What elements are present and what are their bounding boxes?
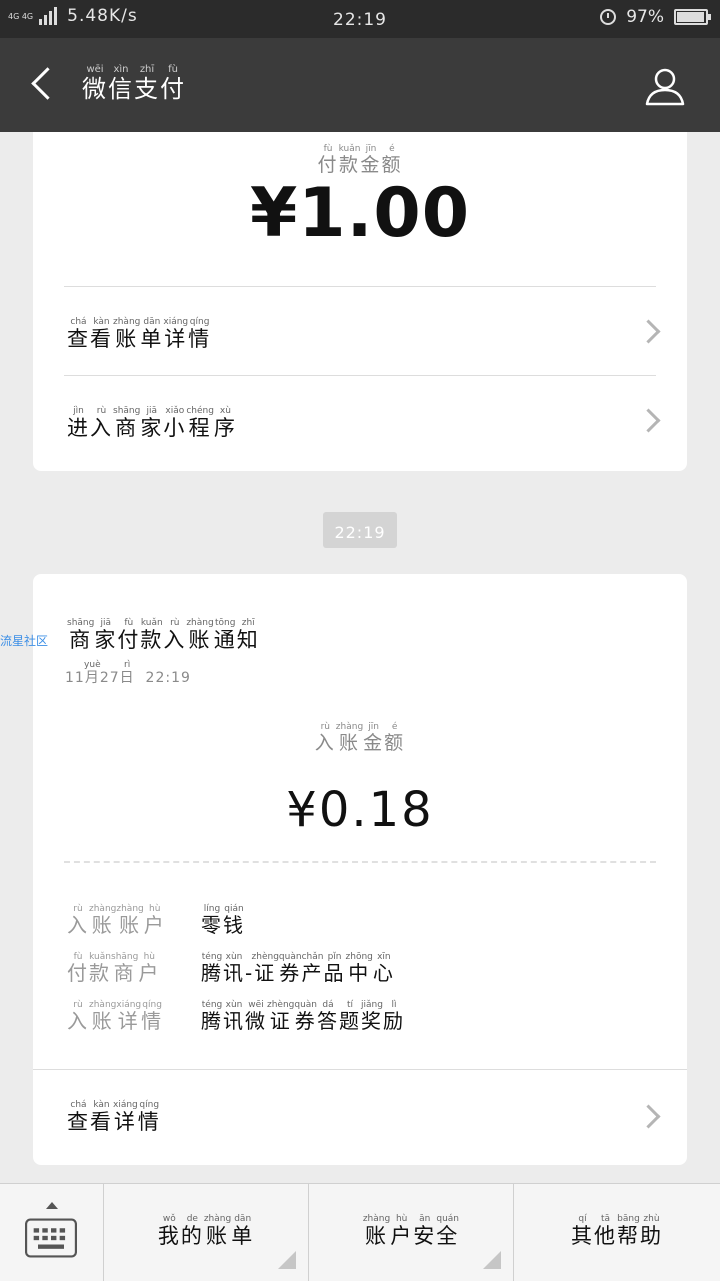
detail-value: 零líng钱qián (201, 904, 245, 937)
chevron-right-icon (636, 408, 661, 433)
back-button[interactable] (26, 64, 66, 104)
caret-up-icon (46, 1202, 58, 1209)
notice-date: 11月yuè27日rì 22:19 (65, 660, 191, 686)
detail-row: 付fù款kuǎn商shāng户hù 腾téng讯xùn-证zhèng券quàn产c… (67, 952, 395, 986)
payment-amount: ¥1.00 (249, 174, 471, 253)
notice-card[interactable]: 商shāng家jiā付fù款kuǎn入rù账zhàng通tōng知zhī 11月… (33, 574, 687, 1165)
status-right: 97% (600, 7, 711, 27)
payment-card: 付fù款kuǎn金jīn额é ¥1.00 查chá看kàn账zhàng单dān详… (33, 132, 687, 471)
detail-row: 入rù账zhàng详xiáng情qíng 腾téng讯xùn微wēi证zhèng券… (67, 1000, 405, 1034)
payment-amount-label: 付fù款kuǎn金jīn额é (317, 144, 403, 176)
detail-row: 入rù账zhàng账zhàng户hù 零líng钱qián (67, 904, 245, 938)
view-bill-details-label: 查chá看kàn账zhàng单dān详xiáng情qíng (67, 317, 212, 351)
keyboard-toggle-button[interactable] (0, 1184, 104, 1281)
chevron-right-icon (636, 319, 661, 344)
menu-label: 我wǒ的de账zhàng单dān (157, 1214, 255, 1248)
dashed-divider (64, 861, 656, 863)
nav-title: 微wēi信xìn支zhī付fù (82, 64, 186, 103)
detail-key: 付fù款kuǎn商shāng户hù (67, 952, 161, 985)
status-bar: 4G 4G 5.48K/s 22:19 97% (0, 0, 720, 38)
received-amount: ¥0.18 (286, 782, 434, 838)
bottom-menu-bar: 我wǒ的de账zhàng单dān 账zhàng户hù安ān全quán 其qí他t… (0, 1183, 720, 1281)
keyboard-icon (25, 1218, 77, 1258)
merchant-mini-program-row[interactable]: 进jìn入rù商shāng家jiā小xiǎo程chéng序xù (33, 376, 687, 464)
my-bills-menu[interactable]: 我wǒ的de账zhàng单dān (104, 1184, 309, 1281)
submenu-indicator-icon (278, 1251, 296, 1269)
received-amount-label: 入rù账zhàng金jīn额é (314, 722, 406, 754)
message-timestamp: 22:19 (323, 512, 397, 548)
battery-percent: 97% (626, 7, 664, 27)
nav-bar: 微wēi信xìn支zhī付fù (0, 38, 720, 132)
view-details-label: 查chá看kàn详xiáng情qíng (67, 1100, 161, 1134)
user-icon[interactable] (644, 66, 686, 108)
notice-title: 商shāng家jiā付fù款kuǎn入rù账zhàng通tōng知zhī (67, 618, 260, 652)
battery-icon (674, 9, 711, 25)
detail-key: 入rù账zhàng账zhàng户hù (67, 904, 166, 937)
detail-value: 腾téng讯xùn-证zhèng券quàn产chǎn品pǐn中zhōng心xīn (201, 952, 395, 985)
menu-label: 账zhàng户hù安ān全quán (362, 1214, 460, 1248)
view-bill-details-row[interactable]: 查chá看kàn账zhàng单dān详xiáng情qíng (33, 287, 687, 375)
account-security-menu[interactable]: 账zhàng户hù安ān全quán (309, 1184, 514, 1281)
detail-value: 腾téng讯xùn微wēi证zhèng券quàn答dá题tí奖jiǎng励lì (201, 1000, 405, 1033)
chevron-right-icon (636, 1104, 661, 1129)
submenu-indicator-icon (483, 1251, 501, 1269)
menu-label: 其qí他tā帮bāng助zhù (571, 1214, 663, 1248)
other-help-menu[interactable]: 其qí他tā帮bāng助zhù (514, 1184, 720, 1281)
merchant-mini-program-label: 进jìn入rù商shāng家jiā小xiǎo程chéng序xù (67, 406, 237, 440)
community-watermark: 流星社区 (0, 634, 49, 648)
detail-key: 入rù账zhàng详xiáng情qíng (67, 1000, 164, 1033)
view-details-row[interactable]: 查chá看kàn详xiáng情qíng (33, 1070, 687, 1165)
alarm-icon (600, 9, 617, 25)
